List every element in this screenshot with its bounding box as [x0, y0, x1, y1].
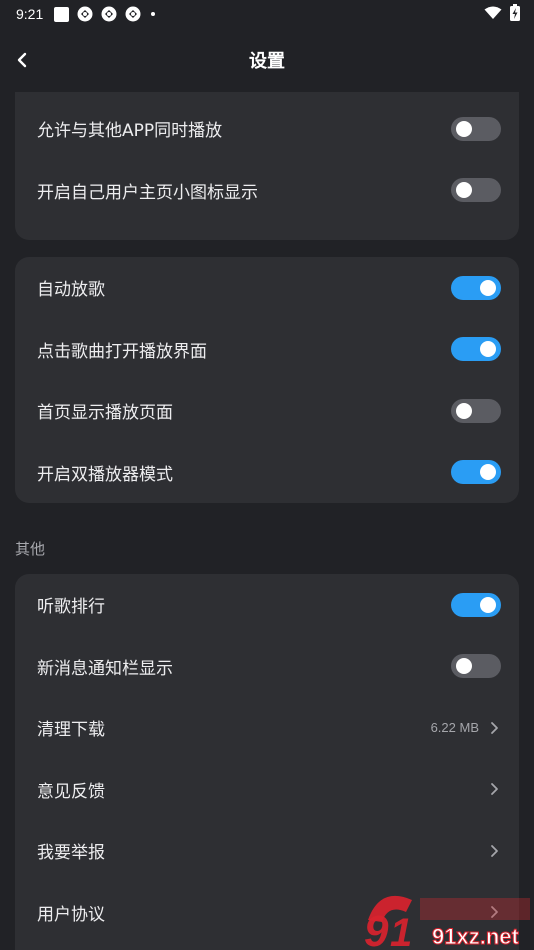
setting-label: 开启自己用户主页小图标显示: [37, 182, 258, 203]
battery-charging-icon: [510, 3, 520, 25]
setting-label: 新消息通知栏显示: [37, 658, 173, 679]
setting-row-auto-play[interactable]: 自动放歌: [15, 257, 519, 319]
setting-row-allow-concurrent-play[interactable]: 允许与其他APP同时播放: [15, 98, 519, 160]
setting-label: 用户协议: [37, 904, 105, 925]
app-notification-icon: [101, 6, 117, 22]
setting-label: 清理下载: [37, 720, 105, 741]
chevron-left-icon: [17, 52, 27, 68]
chevron-right-icon: [487, 720, 501, 736]
more-dot-icon: [151, 12, 156, 16]
toggle-switch[interactable]: [451, 460, 501, 485]
chevron-right-icon: [487, 843, 501, 859]
setting-label: 首页显示播放页面: [37, 403, 173, 424]
setting-row-profile-small-icon[interactable]: 开启自己用户主页小图标显示: [15, 160, 519, 222]
setting-row-dual-player-mode[interactable]: 开启双播放器模式: [15, 442, 519, 504]
setting-row-home-show-player[interactable]: 首页显示播放页面: [15, 380, 519, 442]
toggle-switch[interactable]: [451, 275, 501, 300]
settings-card-playback: 自动放歌 点击歌曲打开播放界面 首页显示播放页面 开启双播放器模式: [15, 257, 519, 503]
setting-row-feedback[interactable]: 意见反馈: [15, 759, 519, 821]
toggle-switch[interactable]: [451, 116, 501, 141]
wifi-icon: [484, 5, 502, 24]
page-title: 设置: [249, 51, 285, 72]
setting-label: 点击歌曲打开播放界面: [37, 341, 207, 362]
chevron-right-icon: [487, 781, 501, 797]
toggle-switch[interactable]: [451, 178, 501, 203]
setting-label: 自动放歌: [37, 280, 105, 301]
settings-scroll-area[interactable]: 允许与其他APP同时播放 开启自己用户主页小图标显示 自动放歌 点击歌曲打开播放…: [0, 92, 534, 950]
toggle-switch[interactable]: [451, 398, 501, 423]
app-notification-icon: [77, 6, 93, 22]
status-time: 9:21: [16, 6, 44, 22]
settings-card-general: 允许与其他APP同时播放 开启自己用户主页小图标显示: [15, 92, 519, 240]
setting-row-user-agreement[interactable]: 用户协议: [15, 882, 519, 944]
toggle-switch[interactable]: [451, 337, 501, 362]
status-bar: 9:21: [0, 0, 534, 28]
setting-row-notification-bar[interactable]: 新消息通知栏显示: [15, 636, 519, 698]
nav-bar: 设置: [0, 28, 534, 92]
setting-label: 听歌排行: [37, 597, 105, 618]
setting-row-listening-ranking[interactable]: 听歌排行: [15, 574, 519, 636]
setting-row-clear-downloads[interactable]: 清理下载 6.22 MB: [15, 697, 519, 759]
setting-label: 允许与其他APP同时播放: [37, 121, 223, 142]
setting-row-open-player-on-click[interactable]: 点击歌曲打开播放界面: [15, 319, 519, 381]
toggle-switch[interactable]: [451, 654, 501, 679]
settings-card-other: 听歌排行 新消息通知栏显示 清理下载 6.22 MB 意见反馈 我要举报 用户协…: [15, 574, 519, 950]
setting-row-report[interactable]: 我要举报: [15, 820, 519, 882]
chevron-right-icon: [487, 904, 501, 920]
section-title-other: 其他: [15, 540, 46, 558]
notification-square-icon: [53, 6, 69, 22]
app-notification-icon: [125, 6, 141, 22]
setting-label: 我要举报: [37, 843, 105, 864]
back-button[interactable]: [10, 48, 34, 72]
setting-label: 意见反馈: [37, 781, 105, 802]
setting-label: 开启双播放器模式: [37, 464, 173, 485]
download-size-value: 6.22 MB: [430, 720, 479, 736]
toggle-switch[interactable]: [451, 592, 501, 617]
